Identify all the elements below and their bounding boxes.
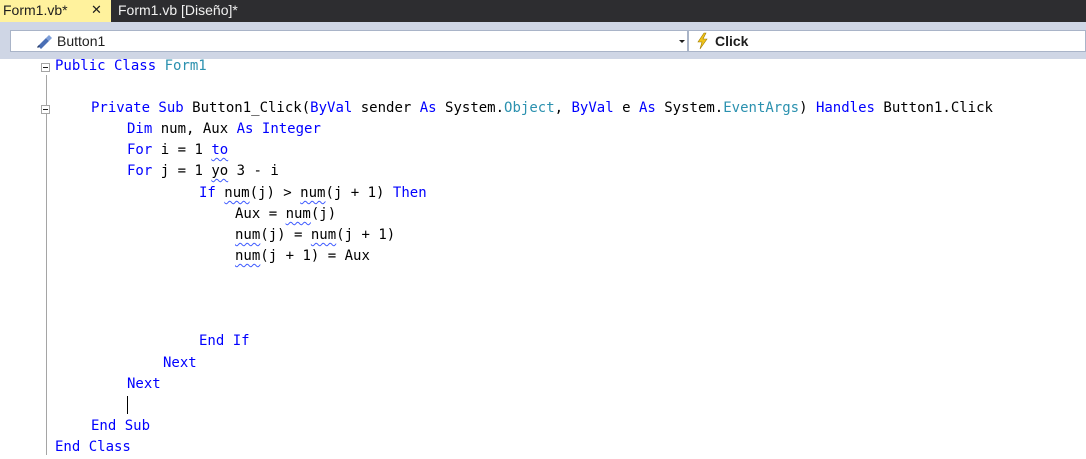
code-editor[interactable]: Public Class Form1 Private Sub Button1_C… [0, 58, 1086, 459]
code-line: For j = 1 yo 3 - i [127, 163, 279, 179]
code-line: End If [199, 333, 250, 349]
object-dropdown[interactable]: Button1 [10, 30, 688, 52]
tab-form1-design[interactable]: Form1.vb [Diseño]* [114, 0, 314, 20]
code-line: num(j) = num(j + 1) [235, 227, 396, 243]
code-line: If num(j) > num(j + 1) Then [199, 185, 427, 201]
close-icon[interactable]: ✕ [91, 0, 102, 20]
editor-gutter [0, 59, 40, 459]
code-line: End Sub [91, 418, 151, 434]
code-line: Dim num, Aux As Integer [127, 121, 321, 137]
control-icon [34, 32, 54, 55]
tab-label: Form1.vb* [3, 2, 68, 18]
code-line: Next [127, 376, 161, 392]
tab-form1-vb[interactable]: Form1.vb* ✕ [0, 0, 111, 22]
collapse-icon[interactable] [41, 63, 50, 72]
object-dropdown-value: Button1 [57, 33, 106, 49]
code-line: Private Sub Button1_Click(ByVal sender A… [91, 100, 993, 116]
chevron-down-icon[interactable] [679, 40, 685, 43]
outline-margin [46, 75, 47, 455]
text-caret [127, 396, 128, 414]
code-line: Aux = num(j) [235, 206, 337, 222]
event-dropdown[interactable]: Click [688, 30, 1086, 52]
code-line: Next [163, 355, 197, 371]
collapse-icon[interactable] [41, 105, 50, 114]
lightning-icon [695, 32, 711, 55]
tab-label: Form1.vb [Diseño]* [118, 2, 238, 18]
code-line: num(j + 1) = Aux [235, 248, 370, 264]
code-line: For i = 1 to [127, 142, 229, 158]
code-line: End Class [55, 439, 131, 455]
event-dropdown-value: Click [715, 33, 749, 49]
code-line: Public Class Form1 [55, 58, 207, 74]
document-tab-strip: Form1.vb* ✕ Form1.vb [Diseño]* [0, 0, 1086, 22]
navigation-bar: Button1 Click [0, 22, 1086, 59]
